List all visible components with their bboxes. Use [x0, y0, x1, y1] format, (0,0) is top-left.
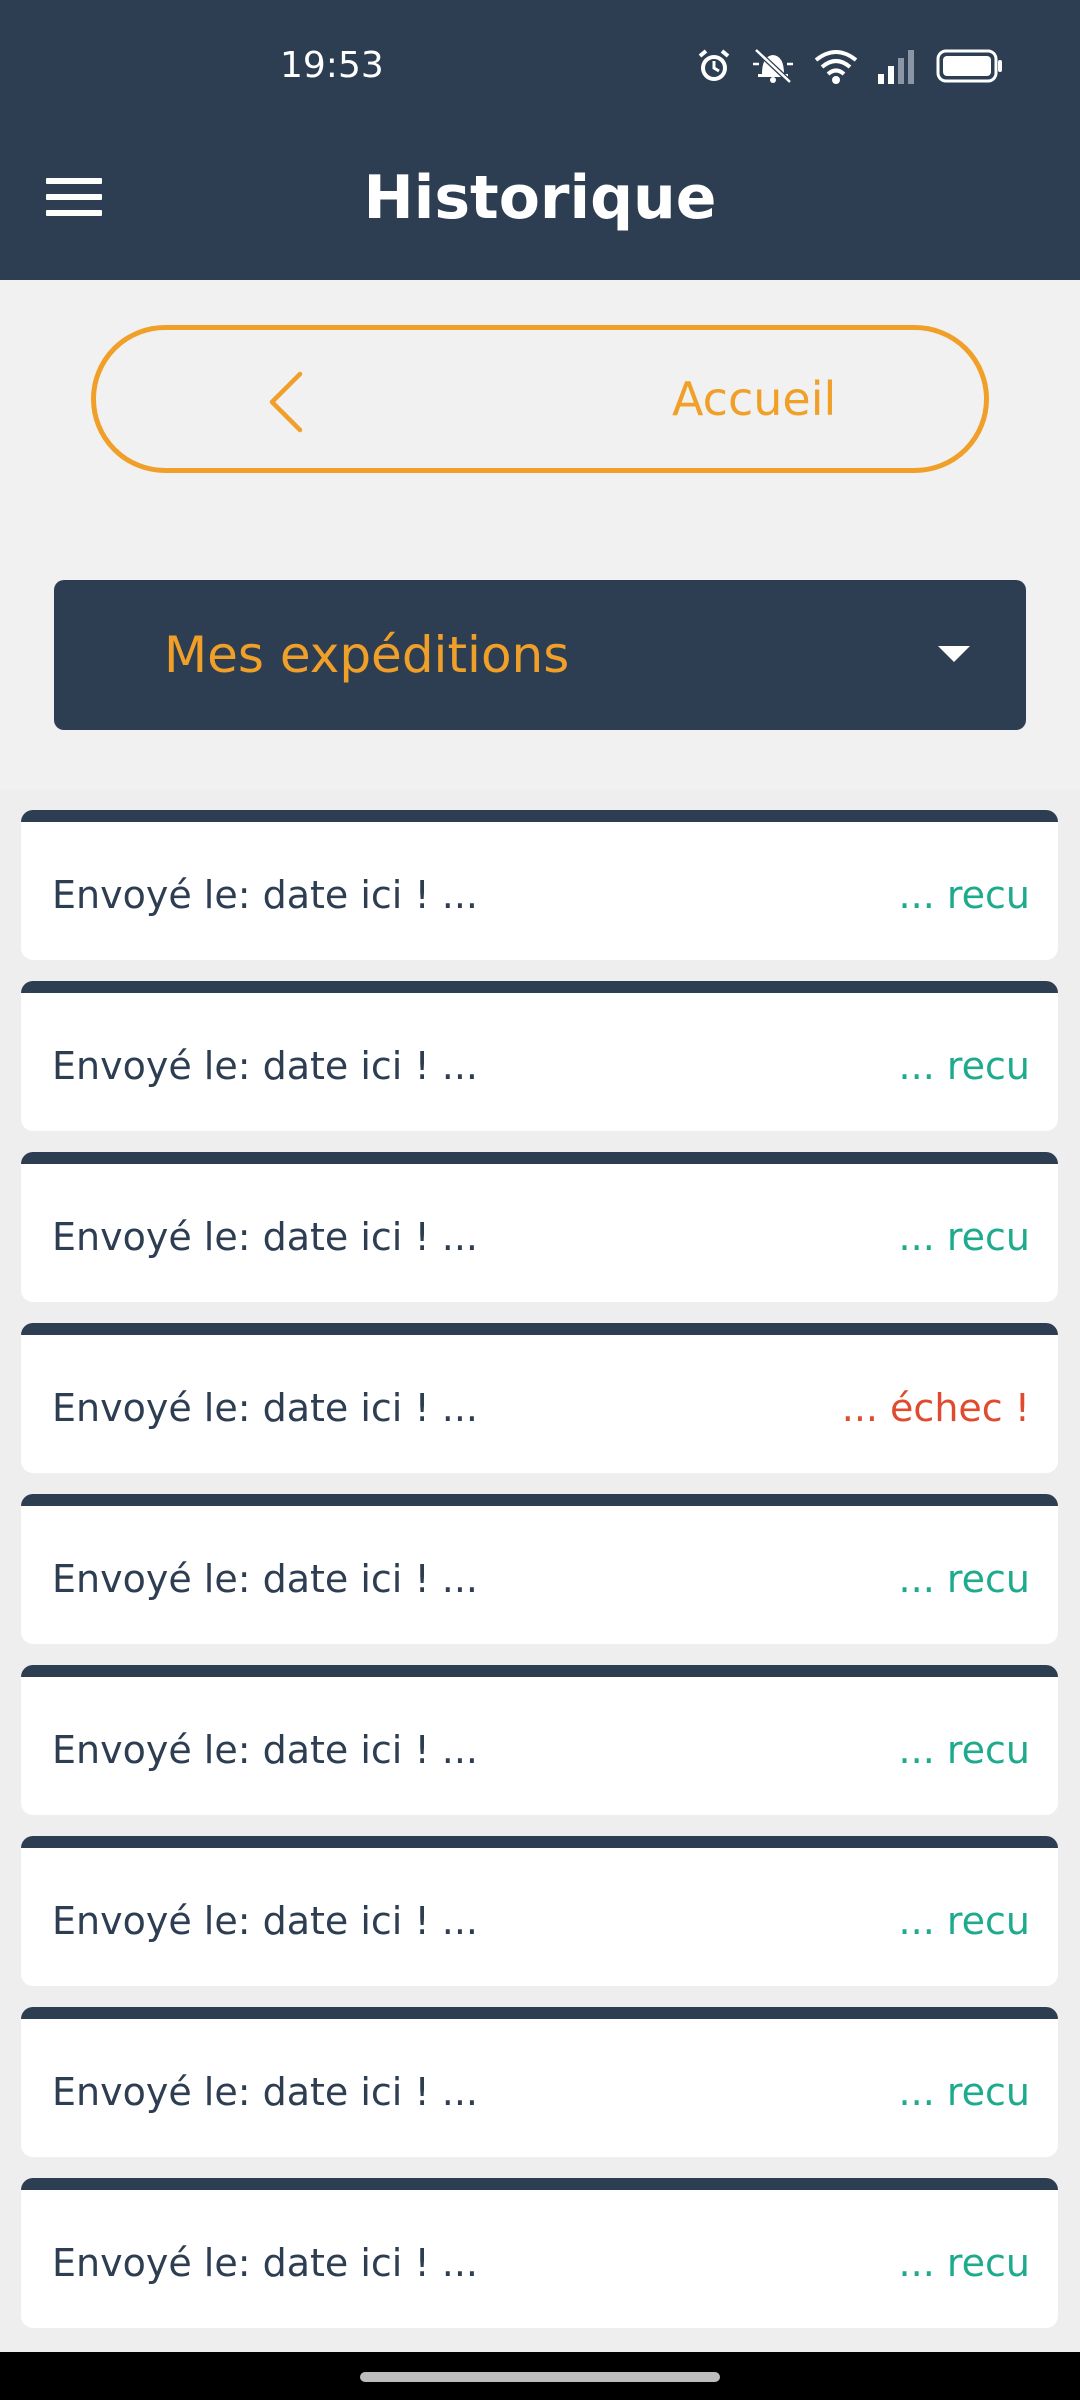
- chevron-left-icon: [266, 370, 306, 439]
- shipment-card[interactable]: Envoyé le: date ici ! ... ... recu: [21, 1836, 1058, 1986]
- dropdown-selected-value: Mes expéditions: [164, 626, 570, 684]
- home-button-label: Accueil: [672, 372, 837, 426]
- signal-icon: [876, 46, 920, 86]
- home-gesture-handle[interactable]: [360, 2372, 720, 2382]
- wifi-icon: [812, 46, 860, 86]
- shipments-filter-dropdown[interactable]: Mes expéditions: [54, 580, 1026, 730]
- shipment-sent-date: Envoyé le: date ici ! ...: [52, 1386, 478, 1430]
- status-time: 19:53: [280, 45, 384, 86]
- shipment-status: ... recu: [898, 1215, 1030, 1259]
- system-navigation-bar: [0, 2352, 1080, 2400]
- bell-muted-icon: [750, 46, 796, 86]
- page-title: Historique: [363, 163, 717, 233]
- shipment-status: ... recu: [898, 2241, 1030, 2285]
- shipment-card[interactable]: Envoyé le: date ici ! ... ... recu: [21, 981, 1058, 1131]
- shipment-card[interactable]: Envoyé le: date ici ! ... ... recu: [21, 2007, 1058, 2157]
- shipment-status: ... recu: [898, 1557, 1030, 1601]
- shipment-card[interactable]: Envoyé le: date ici ! ... ... recu: [21, 1494, 1058, 1644]
- shipment-card[interactable]: Envoyé le: date ici ! ... ... échec !: [21, 1323, 1058, 1473]
- shipment-card[interactable]: Envoyé le: date ici ! ... ... recu: [21, 810, 1058, 960]
- shipment-sent-date: Envoyé le: date ici ! ...: [52, 1557, 478, 1601]
- shipment-status: ... échec !: [841, 1386, 1030, 1430]
- shipment-sent-date: Envoyé le: date ici ! ...: [52, 1044, 478, 1088]
- shipment-card[interactable]: Envoyé le: date ici ! ... ... recu: [21, 2178, 1058, 2328]
- shipment-status: ... recu: [898, 1044, 1030, 1088]
- home-button[interactable]: Accueil: [91, 325, 989, 473]
- shipment-status: ... recu: [898, 2070, 1030, 2114]
- shipment-card[interactable]: Envoyé le: date ici ! ... ... recu: [21, 1152, 1058, 1302]
- shipment-status: ... recu: [898, 873, 1030, 917]
- shipment-sent-date: Envoyé le: date ici ! ...: [52, 2241, 478, 2285]
- caret-down-icon: [938, 646, 970, 662]
- shipment-sent-date: Envoyé le: date ici ! ...: [52, 873, 478, 917]
- shipment-sent-date: Envoyé le: date ici ! ...: [52, 1728, 478, 1772]
- shipment-sent-date: Envoyé le: date ici ! ...: [52, 1899, 478, 1943]
- alarm-icon: [694, 46, 734, 86]
- battery-icon: [936, 48, 1004, 84]
- shipment-sent-date: Envoyé le: date ici ! ...: [52, 2070, 478, 2114]
- status-icons: [694, 44, 1004, 88]
- shipment-list: Envoyé le: date ici ! ...... recu Envoyé …: [0, 790, 1080, 2352]
- app-header: 19:53 Historique: [0, 0, 1080, 280]
- shipment-card[interactable]: Envoyé le: date ici ! ... ... recu: [21, 1665, 1058, 1815]
- shipment-status: ... recu: [898, 1728, 1030, 1772]
- shipment-sent-date: Envoyé le: date ici ! ...: [52, 1215, 478, 1259]
- shipment-status: ... recu: [898, 1899, 1030, 1943]
